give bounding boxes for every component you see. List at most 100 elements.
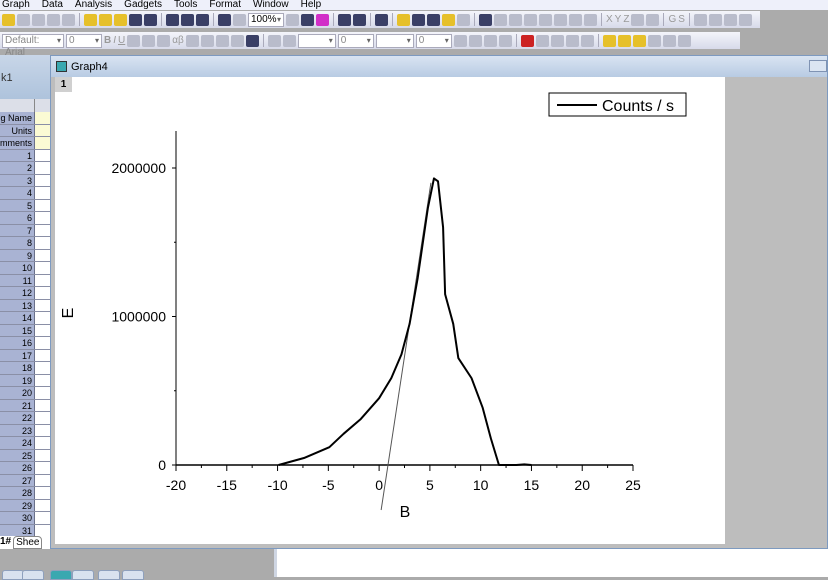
border-style-select[interactable] bbox=[375, 33, 414, 48]
row-number[interactable]: 20 bbox=[0, 387, 35, 399]
row-number[interactable]: 17 bbox=[0, 349, 35, 361]
row-number[interactable]: 22 bbox=[0, 412, 35, 424]
database-close-icon[interactable] bbox=[677, 34, 691, 47]
menu-graph[interactable]: Graph bbox=[2, 0, 30, 10]
database-edit-icon[interactable] bbox=[617, 34, 631, 47]
set-subject-button[interactable]: S bbox=[678, 14, 685, 25]
row-number[interactable]: 1 bbox=[0, 149, 35, 161]
row-number[interactable]: 7 bbox=[0, 224, 35, 236]
menu-window[interactable]: Window bbox=[253, 0, 289, 10]
font-color-icon[interactable] bbox=[245, 34, 259, 47]
row-number[interactable]: 29 bbox=[0, 499, 35, 511]
row-number[interactable]: 12 bbox=[0, 287, 35, 299]
open-icon[interactable] bbox=[84, 13, 97, 26]
add-layer-icon[interactable] bbox=[316, 13, 329, 26]
set-y-button[interactable]: Y bbox=[615, 14, 622, 25]
database-copy-icon[interactable] bbox=[662, 34, 676, 47]
new-matrix-icon[interactable] bbox=[47, 13, 60, 26]
bold-button[interactable]: B bbox=[104, 35, 111, 46]
new-worksheet-icon[interactable] bbox=[2, 13, 15, 26]
find-icon[interactable] bbox=[397, 13, 410, 26]
increase-font-icon[interactable] bbox=[185, 34, 199, 47]
menu-analysis[interactable]: Analysis bbox=[75, 0, 112, 10]
font-size-select[interactable]: 0 bbox=[66, 33, 102, 48]
lock-icon[interactable] bbox=[580, 34, 594, 47]
decrease-font-icon[interactable] bbox=[200, 34, 214, 47]
menu-help[interactable]: Help bbox=[301, 0, 322, 10]
add-column-icon[interactable] bbox=[457, 13, 470, 26]
import-wizard-icon[interactable] bbox=[196, 13, 209, 26]
project-explorer-icon[interactable] bbox=[375, 13, 388, 26]
gear-icon[interactable] bbox=[442, 13, 455, 26]
minimized-graph-restore[interactable] bbox=[72, 570, 94, 580]
save-template-icon[interactable] bbox=[144, 13, 157, 26]
row-number[interactable]: 9 bbox=[0, 249, 35, 261]
set-z-button[interactable]: Z bbox=[623, 14, 629, 25]
new-excel-icon[interactable] bbox=[17, 13, 30, 26]
results-log-icon[interactable] bbox=[353, 13, 366, 26]
open-template-icon[interactable] bbox=[99, 13, 112, 26]
merge-icon[interactable] bbox=[520, 34, 534, 47]
unmerge-icon[interactable] bbox=[535, 34, 549, 47]
code-builder-icon[interactable] bbox=[338, 13, 351, 26]
layer-icon[interactable] bbox=[412, 13, 425, 26]
row-number[interactable]: 21 bbox=[0, 399, 35, 411]
menu-data[interactable]: Data bbox=[42, 0, 63, 10]
line-color-icon[interactable] bbox=[282, 34, 296, 47]
run-icon[interactable] bbox=[233, 13, 246, 26]
row-number[interactable]: 15 bbox=[0, 324, 35, 336]
row-number[interactable]: 28 bbox=[0, 487, 35, 499]
row-number[interactable]: 23 bbox=[0, 424, 35, 436]
row-number[interactable]: 25 bbox=[0, 449, 35, 461]
print-icon[interactable] bbox=[286, 13, 299, 26]
row-number[interactable]: 6 bbox=[0, 212, 35, 224]
label-icon[interactable] bbox=[646, 13, 660, 26]
database-open-icon[interactable] bbox=[632, 34, 646, 47]
minimized-graph-icon[interactable] bbox=[50, 570, 72, 580]
menu-format[interactable]: Format bbox=[209, 0, 241, 10]
line-width-select[interactable]: 0 bbox=[337, 33, 374, 48]
recalculate-icon[interactable] bbox=[218, 13, 231, 26]
subscript-icon[interactable] bbox=[142, 34, 156, 47]
table-icon[interactable] bbox=[539, 13, 552, 26]
tree-icon[interactable] bbox=[584, 13, 597, 26]
row-number[interactable]: 2 bbox=[0, 162, 35, 174]
row-number[interactable]: 4 bbox=[0, 187, 35, 199]
row-number[interactable]: 27 bbox=[0, 474, 35, 486]
minimized-window-close[interactable] bbox=[22, 570, 44, 580]
minimized-graph-maximize[interactable] bbox=[98, 570, 120, 580]
minimized-graph-close[interactable] bbox=[122, 570, 144, 580]
font-select[interactable]: Default: Arial bbox=[2, 33, 64, 58]
shrink-icon[interactable] bbox=[565, 34, 579, 47]
table-border-icon[interactable] bbox=[498, 34, 512, 47]
import-icon[interactable] bbox=[166, 13, 179, 26]
save-icon[interactable] bbox=[129, 13, 142, 26]
row-number[interactable]: 11 bbox=[0, 274, 35, 286]
border-width-select[interactable]: 0 bbox=[415, 33, 452, 48]
script-window-icon[interactable] bbox=[427, 13, 440, 26]
line-style-select[interactable] bbox=[297, 33, 336, 48]
open-excel-icon[interactable] bbox=[114, 13, 127, 26]
italic-button[interactable]: I bbox=[113, 35, 116, 46]
minimize-button[interactable] bbox=[809, 60, 827, 72]
row-number[interactable]: 30 bbox=[0, 512, 35, 524]
fill-color-icon[interactable] bbox=[267, 34, 281, 47]
row-number[interactable]: 14 bbox=[0, 312, 35, 324]
sort-icon[interactable] bbox=[509, 13, 522, 26]
spread-icon[interactable] bbox=[550, 34, 564, 47]
set-values-icon[interactable] bbox=[524, 13, 537, 26]
new-graph-icon[interactable] bbox=[32, 13, 45, 26]
row-number[interactable]: 31 bbox=[0, 524, 35, 536]
object-color-icon[interactable] bbox=[468, 34, 482, 47]
fill-pattern-icon[interactable] bbox=[453, 34, 467, 47]
error-bar-icon[interactable] bbox=[631, 13, 645, 26]
import-multiple-icon[interactable] bbox=[181, 13, 194, 26]
new-notes-icon[interactable] bbox=[62, 13, 75, 26]
menu-gadgets[interactable]: Gadgets bbox=[124, 0, 162, 10]
supersubscript-icon[interactable] bbox=[157, 34, 171, 47]
column-chart-icon[interactable] bbox=[569, 13, 582, 26]
set-x-button[interactable]: X bbox=[606, 14, 613, 25]
underline-button[interactable]: U bbox=[118, 35, 125, 46]
sum-icon[interactable] bbox=[494, 13, 507, 26]
database-run-icon[interactable] bbox=[602, 34, 616, 47]
